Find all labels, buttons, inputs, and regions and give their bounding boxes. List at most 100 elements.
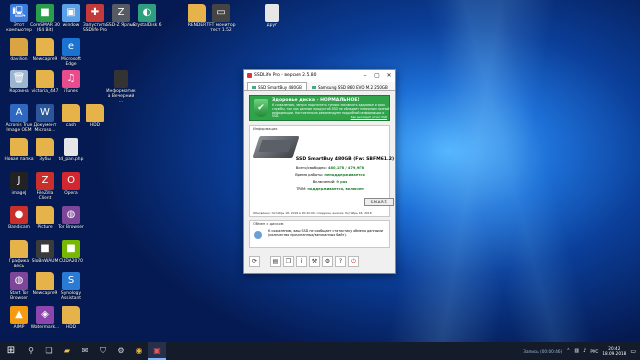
folder-icon (36, 138, 54, 156)
imagej-icon: J (10, 172, 28, 190)
refresh-button[interactable]: ⟳ (249, 256, 260, 267)
folder-icon (36, 206, 54, 224)
share-header: Обмен с диском (253, 222, 284, 226)
watermark-icon: ◈ (36, 306, 54, 324)
file-icon (265, 4, 279, 22)
monitor-icon: ▭ (212, 4, 230, 22)
desktop-icon[interactable]: HDD (80, 104, 110, 128)
explorer-icon[interactable]: ▰ (58, 342, 76, 360)
folder-icon (36, 38, 54, 56)
volume-icon[interactable]: ♪ (583, 348, 586, 354)
desktop-icon[interactable]: ▭ TFT монитор тест 1.52 (206, 4, 236, 33)
desktop-icon-label: друг (266, 23, 278, 28)
desktop-icon-label: TFT монитор тест 1.52 (206, 23, 236, 33)
help-button[interactable]: ? (335, 256, 346, 267)
drive-model: SSD SmartBuy 480GB (Fw: SBFM61.2) (295, 157, 395, 162)
tab-drive-2[interactable]: Samsung SSD 860 EVO M.2 250GB (307, 82, 393, 90)
folder-icon (188, 4, 206, 22)
edge-icon: e (62, 38, 80, 56)
ssdlife-icon: ✚ (86, 4, 104, 22)
info-group: Информация SSD SmartBuy 480GB (Fw: SBFM6… (249, 125, 394, 217)
info-button[interactable]: i (296, 256, 307, 267)
desktop-icon[interactable]: ◍ Tor Browser (56, 206, 86, 230)
desktop-icon[interactable]: O Opera (56, 172, 86, 196)
desktop-icon[interactable]: e Microsoft Edge (56, 38, 86, 67)
mail-icon[interactable]: ✉ (76, 342, 94, 360)
drive-icon (311, 86, 316, 89)
folder-icon (36, 272, 54, 290)
window-toolbar: ⟳ ▤ ❐ i ⚒ ⚙ ? ⏻ (249, 254, 390, 269)
uptime-line: Время работы: неподдерживается (295, 173, 365, 177)
filezilla-icon: Z (36, 172, 54, 190)
acronis-icon: A (10, 104, 28, 122)
desktop-icon[interactable]: ◐ CrystalDisk 6 (132, 4, 162, 28)
desktop-icon-label: Microsoft Edge (61, 57, 81, 67)
close-button[interactable]: ✕ (383, 70, 395, 82)
crystaldisk-icon: ◐ (138, 4, 156, 22)
network-icon[interactable]: ▥ (574, 348, 579, 354)
itunes-icon: ♫ (62, 70, 80, 88)
app-icon: ■ (62, 240, 80, 258)
tab-drive-1[interactable]: SSD SmartBuy 480GB (247, 82, 307, 90)
store-icon[interactable]: ⛉ (94, 342, 112, 360)
info-header: Информация (253, 127, 278, 131)
app-icon: ■ (36, 240, 54, 258)
ssdlife-window[interactable]: SSDLife Pro - версия 2.5.80 – ▢ ✕ SSD Sm… (243, 69, 396, 274)
recording-status[interactable]: Запись (00:00:46) (523, 349, 562, 354)
copy-button[interactable]: ❐ (283, 256, 294, 267)
drive-icon (252, 86, 256, 89)
desktop-icon-label: Opera (64, 191, 78, 196)
aimp-icon: ▲ (10, 306, 28, 324)
tools-button[interactable]: ⚒ (309, 256, 320, 267)
desktop-icon-label: Tor Browser (58, 225, 84, 230)
start-button[interactable]: ⊞ (0, 342, 22, 360)
chevron-up-icon[interactable]: ⌃ (566, 348, 570, 354)
trim-line: TRIM: поддерживается, включен (296, 187, 364, 191)
task-view-icon[interactable]: ❏ (40, 342, 58, 360)
notifications-icon[interactable]: ▭ (630, 348, 636, 355)
capacity-line: Всего/свободно: 480,1Гб / 479,9Гб (295, 166, 365, 170)
desktop-icon[interactable]: ■ CUDA2070 (56, 240, 86, 264)
document-icon (114, 70, 128, 88)
word-icon: W (36, 104, 54, 122)
desktop-icon-label: iTunes (64, 89, 78, 94)
search-icon[interactable]: ⚲ (22, 342, 40, 360)
folder-icon (36, 70, 54, 88)
share-group: Обмен с диском К сожалению, ваш SSD не с… (249, 220, 390, 248)
report-button[interactable]: ▤ (270, 256, 281, 267)
language-indicator[interactable]: РУС (590, 349, 598, 354)
desktop-icon[interactable]: друг (257, 4, 287, 28)
desktop-icon[interactable]: ♫ iTunes (56, 70, 86, 94)
ssd-drive-image (252, 136, 300, 158)
ssdz-icon: Z (112, 4, 130, 22)
ssdlife-taskbar-icon[interactable]: ▣ (148, 342, 166, 360)
minimize-button[interactable]: – (359, 70, 371, 82)
folder-icon (62, 306, 80, 324)
folder-icon (10, 240, 28, 258)
exit-button[interactable]: ⏻ (348, 256, 359, 267)
settings-icon[interactable]: ⚙ (112, 342, 130, 360)
smart-button[interactable]: S.M.A.R.T. (364, 198, 394, 206)
ssdlife-app-icon (247, 73, 252, 78)
desktop-icon[interactable]: Информатика Вечерний ... (106, 70, 136, 104)
window-titlebar[interactable]: SSDLife Pro - версия 2.5.80 – ▢ ✕ (244, 70, 395, 82)
desktop-icon[interactable]: S Synology Assistant (56, 272, 86, 301)
power-line: Включений: 9 раз (312, 180, 348, 184)
clock[interactable]: 20:42 18.09.2018 (602, 346, 626, 356)
system-tray: Запись (00:00:46) ⌃ ▥ ♪ РУС 20:42 18.09.… (523, 342, 640, 360)
folder-icon (86, 104, 104, 122)
desktop-icon-label: CrystalDisk 6 (132, 23, 162, 28)
health-link[interactable]: Как выглядит отчет SSD (351, 115, 387, 119)
user-folder-icon (10, 38, 28, 56)
desktop-icon[interactable]: HDD (56, 306, 86, 330)
taskbar: ⊞ ⚲ ❏ ▰ ✉ ⛉ ⚙ ◉ ▣ Запись (00:00:46) ⌃ ▥ … (0, 342, 640, 360)
maximize-button[interactable]: ▢ (371, 70, 383, 82)
chrome-icon[interactable]: ◉ (130, 342, 148, 360)
desktop-icon[interactable]: td_pan.php (56, 138, 86, 162)
desktop-icon-label: td_pan.php (58, 157, 84, 162)
health-panel: ✔ Здоровье диска - НОРМАЛЬНОЕ! К сожален… (249, 95, 390, 121)
desktop-icon-label: HDD (65, 325, 77, 330)
tor-icon: ◍ (62, 206, 80, 224)
settings-button[interactable]: ⚙ (322, 256, 333, 267)
folder-icon (10, 138, 28, 156)
